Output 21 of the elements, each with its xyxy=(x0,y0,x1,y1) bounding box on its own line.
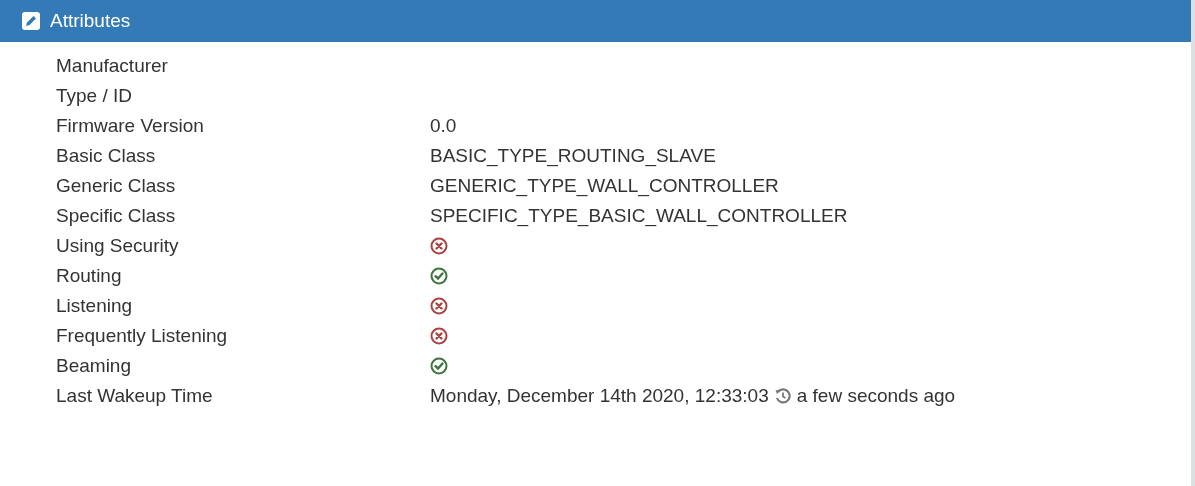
attribute-label: Listening xyxy=(56,293,134,318)
attribute-value: BASIC_TYPE_ROUTING_SLAVE xyxy=(430,143,716,169)
attribute-label: Beaming xyxy=(56,353,132,378)
attribute-label: Specific Class xyxy=(56,203,177,228)
attribute-label: Using Security xyxy=(56,233,180,258)
attribute-label: Firmware Version xyxy=(56,113,205,138)
attribute-value: Monday, December 14th 2020, 12:33:03 xyxy=(430,383,769,408)
attribute-label: Frequently Listening xyxy=(56,323,229,348)
attribute-label: Type / ID xyxy=(56,83,134,108)
attribute-value: SPECIFIC_TYPE_BASIC_WALL_CONTROLLER xyxy=(430,203,848,229)
edit-icon xyxy=(22,12,40,30)
attribute-label: Generic Class xyxy=(56,173,177,198)
attribute-label: Basic Class xyxy=(56,143,157,168)
attribute-label: Routing xyxy=(56,263,123,288)
panel-title: Attributes xyxy=(50,8,131,33)
attribute-value: GENERIC_TYPE_WALL_CONTROLLER xyxy=(430,173,779,199)
history-icon xyxy=(773,387,792,405)
relative-time: a few seconds ago xyxy=(796,383,956,408)
attribute-label: Last Wakeup Time xyxy=(56,383,214,408)
attribute-value: 0.0 xyxy=(430,113,457,138)
attribute-label: Manufacturer xyxy=(56,53,169,78)
